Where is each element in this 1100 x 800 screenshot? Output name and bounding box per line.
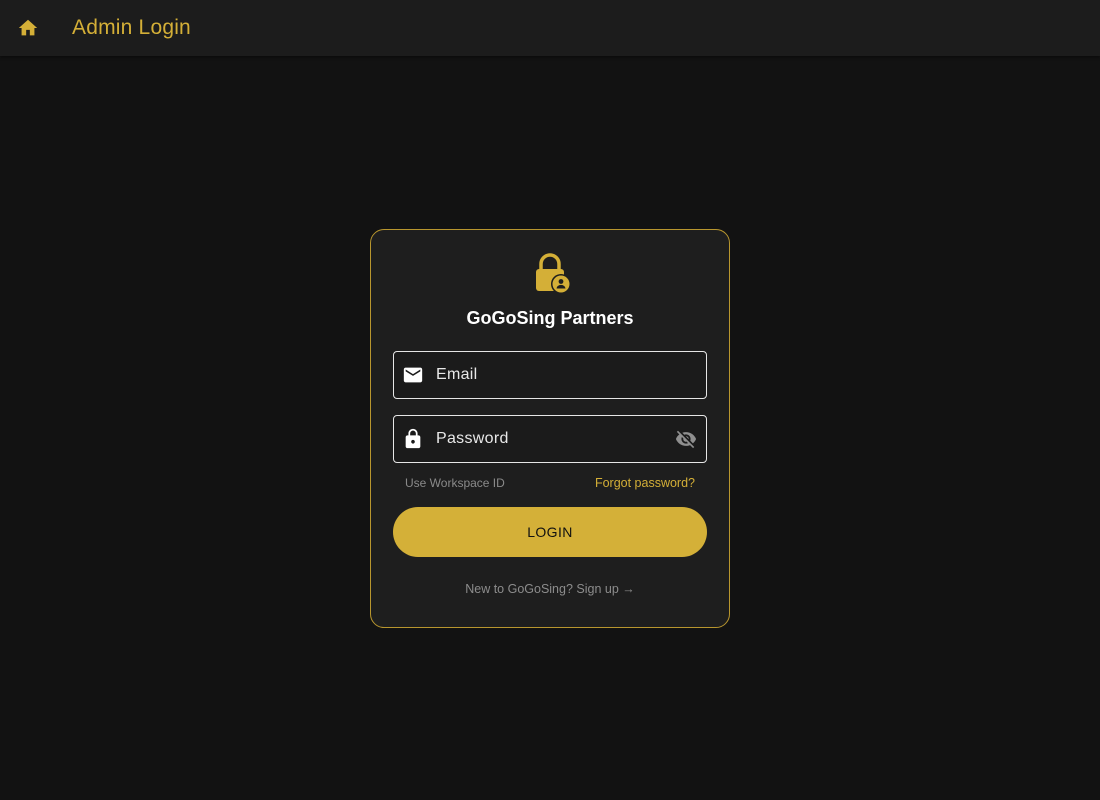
login-button[interactable]: LOGIN (393, 507, 707, 557)
forgot-password-link[interactable]: Forgot password? (595, 476, 695, 490)
lock-icon (402, 428, 424, 450)
password-field[interactable] (393, 415, 707, 463)
password-input[interactable] (436, 416, 668, 462)
mail-icon (402, 364, 424, 386)
use-workspace-id-link[interactable]: Use Workspace ID (405, 476, 505, 490)
page-title: Admin Login (72, 16, 191, 39)
email-field[interactable] (393, 351, 707, 399)
login-card: GoGoSing Partners Use Workspace ID Forgo… (370, 229, 730, 628)
home-button[interactable] (0, 0, 56, 56)
home-icon (18, 19, 38, 36)
visibility-off-icon[interactable] (674, 427, 698, 451)
email-input[interactable] (436, 352, 706, 398)
signup-link[interactable]: New to GoGoSing? Sign up → (371, 582, 729, 596)
card-heading: GoGoSing Partners (466, 308, 634, 328)
lock-person-icon (536, 253, 571, 294)
app-bar: Admin Login (0, 0, 1100, 56)
link-row: Use Workspace ID Forgot password? (405, 476, 695, 490)
